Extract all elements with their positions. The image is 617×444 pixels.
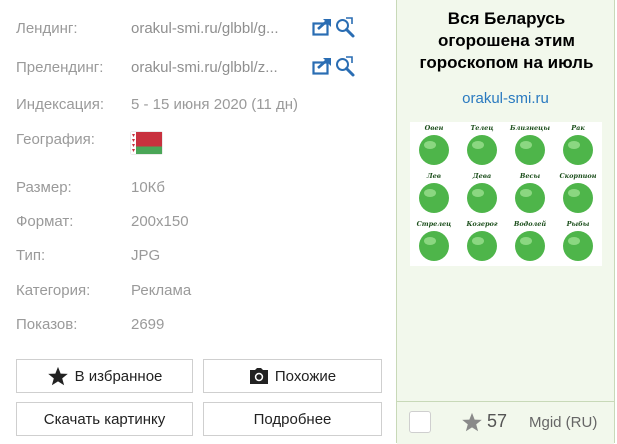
format-value: 200x150 (131, 213, 189, 230)
zodiac-label: Дева (472, 172, 491, 180)
zodiac-sign-figure (515, 231, 545, 261)
star-icon (462, 412, 482, 432)
download-image-button[interactable]: Скачать картинку (16, 402, 193, 436)
zodiac-label: Скорпион (560, 172, 597, 180)
zodiac-figure-highlight (472, 189, 484, 197)
zodiac-horoscope-image[interactable]: Овен Телец Близнецы Рак Лев Дева Весы Скорпион С… (410, 122, 602, 266)
zodiac-figure-highlight (568, 237, 580, 245)
zodiac-label: Стрелец (417, 220, 452, 228)
more-details-button[interactable]: Подробнее (203, 402, 382, 436)
favorite-label: В избранное (74, 367, 163, 385)
prelanding-label: Прелендинг: (16, 59, 104, 76)
zodiac-sign-figure (467, 135, 497, 165)
zodiac-label: Рак (570, 124, 585, 132)
ad-network: Mgid (RU) (529, 414, 598, 431)
views-value: 2699 (131, 316, 165, 333)
select-checkbox[interactable] (409, 411, 431, 433)
zodiac-sign-figure (563, 135, 593, 165)
open-external-icon[interactable] (312, 56, 334, 76)
download-label: Скачать картинку (43, 410, 166, 428)
landing-icons (312, 17, 360, 41)
zodiac-sign-figure (563, 183, 593, 213)
views-label: Показов: (16, 316, 78, 333)
similar-label: Похожие (274, 367, 337, 385)
landing-label: Лендинг: (16, 20, 78, 37)
zodiac-label: Рыбы (566, 220, 590, 228)
zodiac-sign-figure (515, 135, 545, 165)
zodiac-sign-figure (515, 183, 545, 213)
size-value: 10Кб (131, 179, 166, 196)
indexing-label: Индексация: (16, 96, 104, 113)
zodiac-label: Телец (470, 124, 493, 132)
indexing-value: 5 - 15 июня 2020 (11 дн) (131, 96, 299, 113)
zodiac-figure-highlight (568, 141, 580, 149)
open-external-icon[interactable] (312, 17, 334, 37)
camera-icon (249, 367, 269, 385)
prelanding-link[interactable]: orakul-smi.ru/glbbl/z... (131, 58, 309, 78)
ad-title[interactable]: Вся Беларусь огорошена этим гороскопом н… (405, 8, 608, 74)
search-icon[interactable] (334, 56, 356, 78)
prelanding-icons (312, 56, 360, 80)
similar-button[interactable]: Похожие (203, 359, 382, 393)
favorite-button[interactable]: В избранное (16, 359, 193, 393)
zodiac-figure-highlight (424, 189, 436, 197)
star-icon (47, 366, 69, 387)
zodiac-figure-highlight (472, 237, 484, 245)
zodiac-sign-figure (467, 231, 497, 261)
zodiac-sign-figure (563, 231, 593, 261)
format-label: Формат: (16, 213, 74, 230)
ad-footer: 57 Mgid (RU) (397, 401, 614, 444)
zodiac-figure-highlight (424, 237, 436, 245)
zodiac-label: Овен (425, 124, 444, 132)
ad-domain[interactable]: orakul-smi.ru (397, 90, 614, 107)
type-value: JPG (131, 247, 161, 264)
zodiac-sign-figure (419, 183, 449, 213)
zodiac-label: Лев (426, 172, 441, 180)
zodiac-label: Козерог (465, 220, 497, 228)
zodiac-sign-figure (467, 183, 497, 213)
more-label: Подробнее (253, 410, 332, 428)
landing-link[interactable]: orakul-smi.ru/glbbl/g... (131, 19, 309, 39)
category-label: Категория: (16, 282, 91, 299)
zodiac-label: Водолей (513, 220, 547, 228)
zodiac-figure-highlight (568, 189, 580, 197)
type-label: Тип: (16, 247, 46, 264)
zodiac-figure-highlight (472, 141, 484, 149)
zodiac-label: Весы (519, 172, 541, 180)
search-icon[interactable] (334, 17, 356, 39)
zodiac-figure-highlight (520, 189, 532, 197)
zodiac-label: Близнецы (509, 124, 550, 132)
category-value: Реклама (131, 282, 192, 299)
size-label: Размер: (16, 179, 72, 196)
belarus-flag-icon (131, 132, 162, 154)
zodiac-figure-highlight (424, 141, 436, 149)
zodiac-sign-figure (419, 135, 449, 165)
zodiac-figure-highlight (520, 237, 532, 245)
rating-value: 57 (487, 411, 508, 431)
ad-preview-card[interactable]: Вся Беларусь огорошена этим гороскопом н… (396, 0, 615, 444)
zodiac-figure-highlight (520, 141, 532, 149)
zodiac-sign-figure (419, 231, 449, 261)
geo-label: География: (16, 131, 95, 148)
